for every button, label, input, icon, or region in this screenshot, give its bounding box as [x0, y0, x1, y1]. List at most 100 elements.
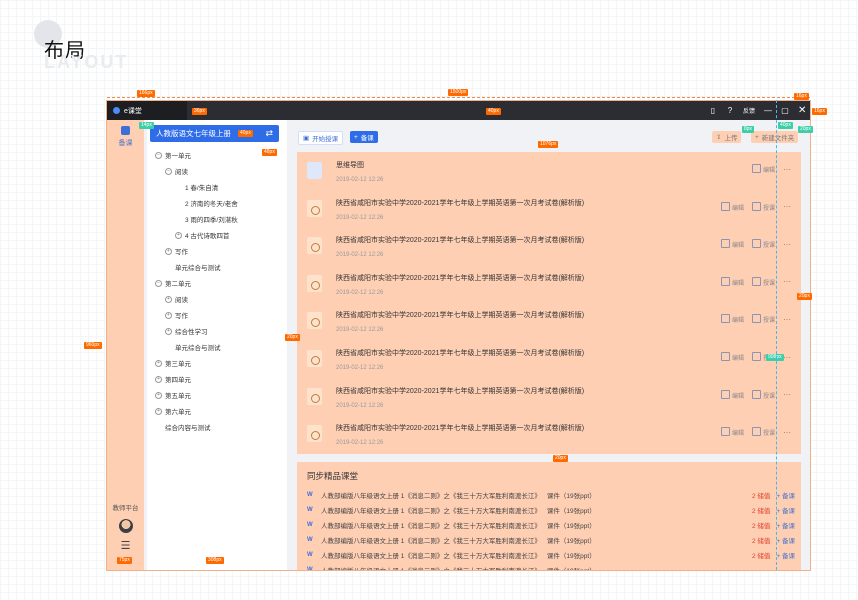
more-icon[interactable]: ⋯ [783, 240, 791, 249]
tree-node[interactable]: 单元综合与测试 [165, 262, 221, 272]
edit-button[interactable]: 编辑 [720, 276, 744, 287]
file-title[interactable]: 陕西省咸阳市实验中学2020-2021学年七年级上学期英语第一次月考试卷(解析版… [336, 423, 584, 433]
synced-row-title[interactable]: 人教部编版八年级语文上册 1《消息二则》之《我三十万大军胜利南渡长江》 [321, 535, 541, 545]
platform-link[interactable]: 教师平台 [107, 502, 144, 512]
add-prepare-button[interactable]: + 备课 [776, 490, 795, 500]
edit-button[interactable]: 编辑 [720, 389, 744, 400]
more-icon[interactable]: ⋯ [783, 390, 791, 399]
tree-node[interactable]: + 综合性学习 [165, 326, 208, 336]
maximize-icon[interactable]: ▢ [781, 106, 789, 115]
file-row[interactable]: 陕西省咸阳市实验中学2020-2021学年七年级上学期英语第一次月考试卷(解析版… [297, 302, 801, 339]
expand-icon[interactable]: + [175, 231, 182, 239]
teach-button[interactable]: 授课 [751, 201, 775, 212]
rail-item-prepare[interactable]: 备课 [107, 126, 144, 148]
synced-row[interactable]: W人教部编版八年级语文上册 1《消息二则》之《我三十万大军胜利南渡长江》课件（1… [307, 533, 795, 547]
file-title[interactable]: 陕西省咸阳市实验中学2020-2021学年七年级上学期英语第一次月考试卷(解析版… [336, 310, 584, 320]
help-icon[interactable]: ? [726, 106, 734, 115]
synced-row-title[interactable]: 人教部编版八年级语文上册 1《消息二则》之《我三十万大军胜利南渡长江》 [321, 550, 541, 560]
feedback-link[interactable]: 反馈 [743, 106, 755, 115]
file-title[interactable]: 思维导图 [336, 160, 364, 170]
file-title[interactable]: 陕西省咸阳市实验中学2020-2021学年七年级上学期英语第一次月考试卷(解析版… [336, 198, 584, 208]
edit-button[interactable]: 编辑 [751, 164, 775, 174]
tree-node[interactable]: − 第二单元 [155, 278, 191, 288]
add-prepare-button[interactable]: + 备课 [776, 505, 795, 515]
tree-node[interactable]: − 阅读 [165, 166, 188, 176]
file-row[interactable]: 陕西省咸阳市实验中学2020-2021学年七年级上学期英语第一次月考试卷(解析版… [297, 227, 801, 264]
edit-button[interactable]: 编辑 [720, 352, 744, 362]
teach-button[interactable]: 授课 [751, 389, 775, 400]
tree-node[interactable]: + 写作 [165, 310, 188, 320]
expand-icon[interactable]: + [155, 407, 162, 415]
file-title[interactable]: 陕西省咸阳市实验中学2020-2021学年七年级上学期英语第一次月考试卷(解析版… [336, 386, 584, 396]
file-row[interactable]: 思维导图 2019-02-12 12:26 编辑 ⋯ [297, 152, 801, 189]
synced-row[interactable]: W人教部编版八年级语文上册 1《消息二则》之《我三十万大军胜利南渡长江》课件（1… [307, 518, 795, 532]
expand-icon[interactable]: + [155, 359, 162, 367]
new-folder-button[interactable]: + 新建文件夹 [751, 131, 799, 143]
file-row[interactable]: 陕西省咸阳市实验中学2020-2021学年七年级上学期英语第一次月考试卷(解析版… [297, 378, 801, 415]
synced-row[interactable]: W人教部编版八年级语文上册 1《消息二则》之《我三十万大军胜利南渡长江》课件（1… [307, 548, 795, 562]
app-tab[interactable]: e课堂 [107, 101, 187, 120]
add-prepare-button[interactable]: + 备课 [776, 550, 795, 560]
file-row[interactable]: 陕西省咸阳市实验中学2020-2021学年七年级上学期英语第一次月考试卷(解析版… [297, 340, 801, 377]
start-lesson-button[interactable]: ▣ 开始授课 [298, 131, 344, 145]
collapse-icon[interactable]: − [165, 167, 172, 175]
more-icon[interactable]: ⋯ [783, 202, 791, 211]
expand-icon[interactable]: + [165, 327, 172, 335]
more-icon[interactable]: ⋯ [783, 428, 791, 437]
synced-row[interactable]: W人教部编版八年级语文上册 1《消息二则》之《我三十万大军胜利南渡长江》课件（1… [307, 488, 795, 502]
tree-node[interactable]: 2 济南的冬天/老舍 [175, 198, 238, 208]
close-icon[interactable]: ✕ [798, 105, 806, 115]
synced-row-title[interactable]: 人教部编版八年级语文上册 1《消息二则》之《我三十万大军胜利南渡长江》 [321, 505, 541, 515]
more-icon[interactable]: ⋯ [783, 315, 791, 324]
tree-node[interactable]: 单元综合与测试 [165, 342, 221, 352]
add-prepare-button[interactable]: + 备课 [776, 535, 795, 545]
tree-node[interactable]: + 阅读 [165, 294, 188, 304]
prepare-button[interactable]: + 备课 [350, 131, 378, 143]
tree-node[interactable]: + 第六单元 [155, 406, 191, 416]
edit-button[interactable]: 编辑 [720, 314, 744, 324]
synced-row[interactable]: W人教部编版八年级语文上册 1《消息二则》之《我三十万大军胜利南渡长江》课件（1… [307, 563, 795, 570]
tree-node[interactable]: + 写作 [165, 246, 188, 256]
more-icon[interactable]: ⋯ [783, 165, 791, 174]
avatar[interactable] [118, 519, 133, 533]
more-icon[interactable]: ⋯ [783, 277, 791, 286]
file-row[interactable]: 陕西省咸阳市实验中学2020-2021学年七年级上学期英语第一次月考试卷(解析版… [297, 415, 801, 452]
more-icon[interactable]: ⋯ [783, 353, 791, 362]
expand-icon[interactable]: + [155, 375, 162, 383]
edit-button[interactable]: 编辑 [720, 239, 744, 249]
collapse-icon[interactable]: − [155, 151, 162, 159]
file-row[interactable]: 陕西省咸阳市实验中学2020-2021学年七年级上学期英语第一次月考试卷(解析版… [297, 190, 801, 227]
teach-button[interactable]: 授课 [751, 427, 775, 437]
tree-node[interactable]: + 第四单元 [155, 374, 191, 384]
menu-icon[interactable]: ☰ [107, 539, 144, 552]
tree-node[interactable]: + 第五单元 [155, 390, 191, 400]
file-title[interactable]: 陕西省咸阳市实验中学2020-2021学年七年级上学期英语第一次月考试卷(解析版… [336, 273, 584, 283]
file-row[interactable]: 陕西省咸阳市实验中学2020-2021学年七年级上学期英语第一次月考试卷(解析版… [297, 265, 801, 302]
tree-node[interactable]: 1 春/朱自清 [175, 182, 218, 192]
tree-node[interactable]: 综合内容与测试 [155, 422, 211, 432]
collapse-icon[interactable]: − [155, 279, 162, 287]
synced-row-title[interactable]: 人教部编版八年级语文上册 1《消息二则》之《我三十万大军胜利南渡长江》 [321, 520, 541, 530]
edit-button[interactable]: 编辑 [720, 427, 744, 437]
file-title[interactable]: 陕西省咸阳市实验中学2020-2021学年七年级上学期英语第一次月考试卷(解析版… [336, 348, 584, 358]
upload-button[interactable]: ⇪ 上传 [712, 131, 742, 143]
tree-node[interactable]: +4 古代诗歌四首 [175, 230, 229, 240]
file-title[interactable]: 陕西省咸阳市实验中学2020-2021学年七年级上学期英语第一次月考试卷(解析版… [336, 235, 584, 245]
expand-icon[interactable]: + [155, 391, 162, 399]
tree-node[interactable]: 3 雨的四季/刘湛秋 [175, 214, 238, 224]
synced-row[interactable]: W人教部编版八年级语文上册 1《消息二则》之《我三十万大军胜利南渡长江》课件（1… [307, 503, 795, 517]
tree-node[interactable]: + 第三单元 [155, 358, 191, 368]
add-prepare-button[interactable]: + 备课 [776, 520, 795, 530]
teach-button[interactable]: 授课 [751, 314, 775, 324]
expand-icon[interactable]: + [165, 295, 172, 303]
synced-row-title[interactable]: 人教部编版八年级语文上册 1《消息二则》之《我三十万大军胜利南渡长江》 [321, 565, 541, 570]
phone-icon[interactable]: ▯ [709, 106, 717, 115]
teach-button[interactable]: 授课 [751, 276, 775, 287]
switch-icon[interactable]: ⇄ [265, 128, 273, 139]
synced-row-title[interactable]: 人教部编版八年级语文上册 1《消息二则》之《我三十万大军胜利南渡长江》 [321, 490, 541, 500]
minimize-icon[interactable]: — [764, 106, 772, 115]
expand-icon[interactable]: + [165, 311, 172, 319]
textbook-selector[interactable]: 人教版语文七年级上册 ⇄ [150, 125, 279, 142]
teach-button[interactable]: 授课 [751, 239, 775, 249]
edit-button[interactable]: 编辑 [720, 201, 744, 212]
